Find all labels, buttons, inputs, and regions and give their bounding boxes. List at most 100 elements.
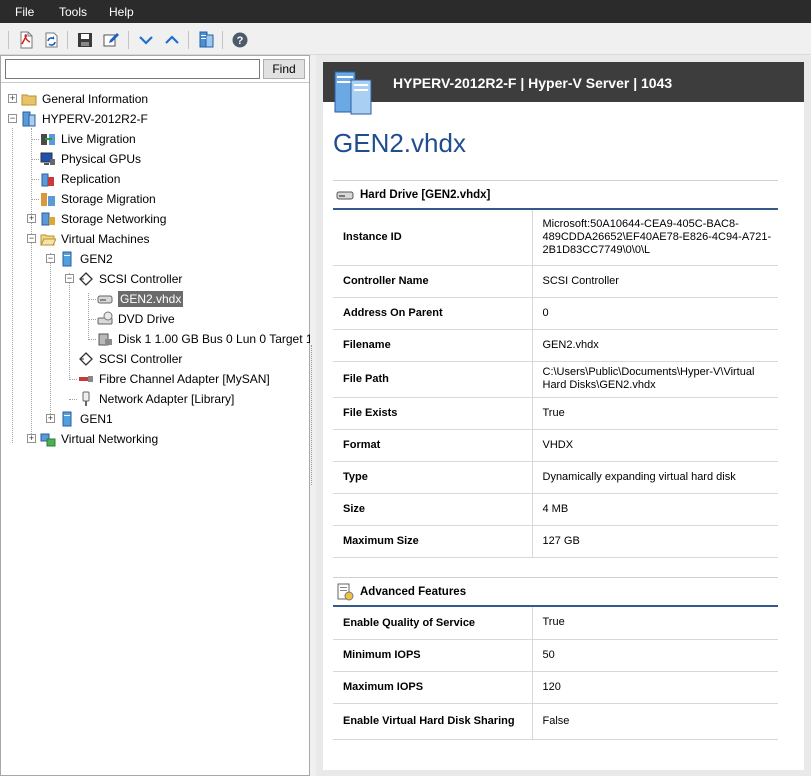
- tree-label: Physical GPUs: [61, 152, 142, 166]
- tree-item-scsi-controller[interactable]: SCSI Controller: [78, 270, 182, 288]
- property-name: File Path: [333, 361, 533, 398]
- property-row: Type Dynamically expanding virtual hard d…: [333, 461, 778, 494]
- collapse-toggle[interactable]: −: [46, 254, 55, 263]
- tree-item-replication[interactable]: Replication: [40, 170, 120, 188]
- expand-toggle[interactable]: +: [27, 434, 36, 443]
- server-icon: [334, 71, 372, 115]
- section-title: Advanced Features: [360, 585, 467, 598]
- property-value: 0: [532, 297, 778, 330]
- tree-item-scsi-controller-2[interactable]: SCSI Controller: [78, 350, 182, 368]
- expand-toggle[interactable]: +: [8, 94, 17, 103]
- expand-down-icon[interactable]: [136, 30, 156, 49]
- property-row: Size 4 MB: [333, 493, 778, 526]
- property-row: Format VHDX: [333, 429, 778, 462]
- application-window: File Tools Help ? Find + General Informa…: [0, 0, 811, 776]
- property-value: 120: [532, 671, 778, 704]
- property-name: Maximum IOPS: [333, 671, 533, 704]
- menu-help[interactable]: Help: [109, 5, 134, 19]
- tree-item-host[interactable]: HYPERV-2012R2-F: [21, 110, 148, 128]
- tree-item-disk1[interactable]: Disk 1 1.00 GB Bus 0 Lun 0 Target 1: [97, 330, 313, 348]
- property-value: 50: [532, 639, 778, 672]
- tree-item-vm-gen1[interactable]: GEN1: [59, 410, 113, 428]
- property-value: 4 MB: [532, 493, 778, 526]
- tree-connector: [69, 399, 77, 400]
- tree-item-virtual-machines[interactable]: Virtual Machines: [40, 230, 150, 248]
- refresh-icon[interactable]: [41, 30, 61, 49]
- property-row: Enable Quality of Service True: [333, 607, 778, 640]
- property-row: Minimum IOPS 50: [333, 639, 778, 672]
- tree-label: DVD Drive: [118, 312, 175, 326]
- pdf-export-icon[interactable]: [16, 30, 36, 49]
- collapse-toggle[interactable]: −: [27, 234, 36, 243]
- replication-icon: [40, 171, 56, 187]
- vm-icon: [59, 411, 75, 427]
- save-icon[interactable]: [75, 30, 95, 49]
- property-row: File Exists True: [333, 397, 778, 430]
- property-name: Enable Virtual Hard Disk Sharing: [333, 703, 533, 740]
- property-value: Microsoft:50A10644-CEA9-405C-BAC8-489CDD…: [532, 210, 778, 266]
- tree-label: Virtual Machines: [61, 232, 150, 246]
- navigation-pane: Find + General Information − HYPERV-2012…: [0, 55, 313, 776]
- tree-item-live-migration[interactable]: Live Migration: [40, 130, 136, 148]
- expand-toggle[interactable]: +: [27, 214, 36, 223]
- detail-header-title: HYPERV-2012R2-F | Hyper-V Server | 1043: [393, 75, 673, 91]
- tree-view[interactable]: + General Information − HYPERV-2012R2-F …: [1, 82, 313, 772]
- tree-item-storage-networking[interactable]: Storage Networking: [40, 210, 166, 228]
- tree-connector: [31, 128, 32, 438]
- tree-connector: [88, 319, 96, 320]
- tree-label: Storage Networking: [61, 212, 167, 226]
- property-name: File Exists: [333, 397, 533, 430]
- property-name: Filename: [333, 329, 533, 362]
- tree-label: SCSI Controller: [99, 352, 183, 366]
- open-folder-icon: [40, 231, 57, 247]
- tree-connector: [12, 128, 13, 443]
- settings-document-icon: [337, 583, 354, 600]
- tree-item-physical-gpus[interactable]: Physical GPUs: [40, 150, 141, 168]
- property-name: Address On Parent: [333, 297, 533, 330]
- property-row: File Path C:\Users\Public\Documents\Hyper…: [333, 361, 778, 398]
- virtual-network-icon: [40, 431, 56, 447]
- menu-tools[interactable]: Tools: [59, 5, 87, 19]
- property-value: SCSI Controller: [532, 265, 778, 298]
- tree-item-virtual-networking[interactable]: Virtual Networking: [40, 430, 158, 448]
- gpu-icon: [40, 151, 56, 167]
- property-name: Enable Quality of Service: [333, 607, 533, 640]
- help-icon[interactable]: ?: [230, 30, 250, 49]
- property-value: True: [532, 607, 778, 640]
- tree-item-general-information[interactable]: General Information: [21, 90, 148, 108]
- tree-label: Virtual Networking: [61, 432, 159, 446]
- detail-header: HYPERV-2012R2-F | Hyper-V Server | 1043: [323, 62, 804, 115]
- edit-icon[interactable]: [101, 30, 121, 49]
- property-row: Enable Virtual Hard Disk Sharing False: [333, 703, 778, 740]
- hard-drive-section: Hard Drive [GEN2.vhdx] Instance ID Micros…: [333, 180, 778, 558]
- collapse-up-icon[interactable]: [162, 30, 182, 49]
- property-row: Maximum Size 127 GB: [333, 525, 778, 558]
- tree-item-network-adapter[interactable]: Network Adapter [Library]: [78, 390, 234, 408]
- detail-pane: HYPERV-2012R2-F | Hyper-V Server | 1043 …: [316, 55, 811, 776]
- property-value: C:\Users\Public\Documents\Hyper-V\Virtua…: [532, 361, 778, 398]
- property-name: Minimum IOPS: [333, 639, 533, 672]
- tree-item-vm-gen2[interactable]: GEN2: [59, 250, 113, 268]
- menu-file[interactable]: File: [15, 5, 34, 19]
- tree-connector: [69, 273, 70, 378]
- property-name: Maximum Size: [333, 525, 533, 558]
- tree-connector: [69, 379, 77, 380]
- expand-toggle[interactable]: +: [46, 414, 55, 423]
- find-button[interactable]: Find: [263, 59, 305, 79]
- tree-item-dvd-drive[interactable]: DVD Drive: [97, 310, 175, 328]
- property-row: Address On Parent 0: [333, 297, 778, 330]
- tree-item-fibre-channel[interactable]: Fibre Channel Adapter [MySAN]: [78, 370, 270, 388]
- search-input[interactable]: [5, 59, 260, 79]
- server-settings-icon[interactable]: [196, 30, 216, 49]
- tree-item-gen2-vhdx[interactable]: GEN2.vhdx: [97, 290, 184, 308]
- tree-item-storage-migration[interactable]: Storage Migration: [40, 190, 156, 208]
- tree-connector: [88, 339, 96, 340]
- tree-connector: [50, 253, 51, 418]
- section-heading: Advanced Features: [333, 577, 778, 607]
- property-value: False: [532, 703, 778, 740]
- property-name: Format: [333, 429, 533, 462]
- server-icon: [21, 111, 37, 127]
- controller-icon: [78, 351, 94, 367]
- collapse-toggle[interactable]: −: [8, 114, 17, 123]
- collapse-toggle[interactable]: −: [65, 274, 74, 283]
